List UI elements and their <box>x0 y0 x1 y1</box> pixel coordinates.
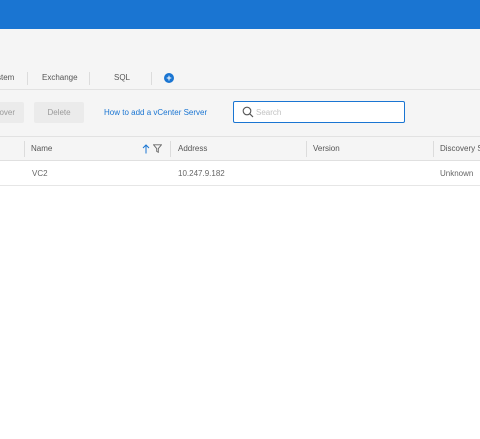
tab-exchange[interactable]: Exchange <box>42 67 78 89</box>
cell-discovery-status: Unknown <box>440 169 474 178</box>
page-subheader <box>0 29 480 67</box>
search-input[interactable] <box>256 104 401 120</box>
tab-system[interactable]: stem <box>0 67 14 89</box>
cell-name: VC2 <box>32 169 48 178</box>
table-header: Name Address Version Discovery St <box>0 137 480 161</box>
add-vcenter-help-link[interactable]: How to add a vCenter Server <box>104 102 207 123</box>
app-header-bar <box>0 0 480 29</box>
delete-button[interactable]: Delete <box>34 102 84 123</box>
tab-divider <box>89 72 90 85</box>
column-header-name[interactable]: Name <box>31 137 52 161</box>
tab-bar: stem Exchange SQL + <box>0 67 480 89</box>
add-tab-icon[interactable]: + <box>164 73 174 83</box>
tab-divider <box>27 72 28 85</box>
column-divider <box>433 141 434 157</box>
search-box[interactable] <box>233 101 405 123</box>
cell-address: 10.247.9.182 <box>178 169 225 178</box>
column-header-discovery-status[interactable]: Discovery St <box>440 137 480 161</box>
table-row[interactable]: VC2 10.247.9.182 Unknown <box>0 162 480 186</box>
tab-divider <box>151 72 152 85</box>
column-divider <box>170 141 171 157</box>
column-header-address[interactable]: Address <box>178 137 207 161</box>
discover-button[interactable]: over <box>0 102 24 123</box>
search-icon <box>242 106 254 118</box>
tab-sql[interactable]: SQL <box>114 67 130 89</box>
sort-ascending-icon[interactable] <box>142 144 150 154</box>
column-divider <box>24 141 25 157</box>
column-divider <box>306 141 307 157</box>
column-header-version[interactable]: Version <box>313 137 340 161</box>
filter-icon[interactable] <box>153 144 162 153</box>
